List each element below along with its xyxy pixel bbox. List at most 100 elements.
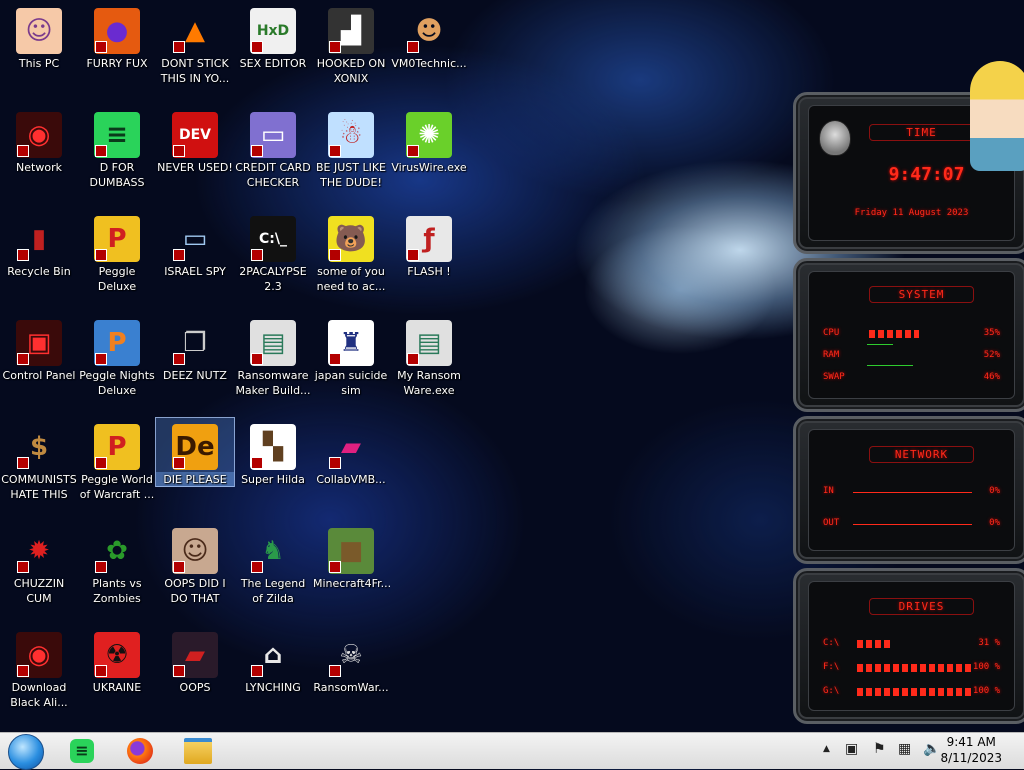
desktop-icon[interactable]: De DIE PLEASE	[155, 417, 235, 487]
desktop-icon[interactable]: ❐ DEEZ NUTZ	[156, 314, 234, 414]
app-icon: ✹	[16, 528, 62, 574]
shortcut-arrow-icon	[329, 665, 341, 677]
desktop-icon[interactable]: ✺ VirusWire.exe	[390, 106, 468, 206]
app-icon: HxD	[250, 8, 296, 54]
net-in-label: IN	[823, 486, 834, 496]
time-date: Friday 11 August 2023	[854, 208, 969, 218]
desktop-icon[interactable]: ☺ OOPS DID I DO THAT	[156, 522, 234, 622]
app-icon: ☺	[172, 528, 218, 574]
shortcut-arrow-icon	[251, 457, 263, 469]
app-icon: ▚	[250, 424, 296, 470]
desktop-icon[interactable]: ▣ Control Panel	[0, 314, 78, 414]
start-button[interactable]	[8, 734, 44, 770]
desktop-icon-label: Plants vs Zombies	[92, 577, 142, 605]
cartoon-girl-icon	[970, 61, 1024, 171]
shortcut-arrow-icon	[173, 457, 185, 469]
desktop-icon[interactable]: ≡ D FOR DUMBASS	[78, 106, 156, 206]
desktop-icon[interactable]: ⌂ LYNCHING	[234, 626, 312, 726]
desktop-icon[interactable]: ♜ japan suicide sim	[312, 314, 390, 414]
desktop-icon[interactable]: ☠ RansomWar...	[312, 626, 390, 726]
taskbar: ≡ ▲ ▣ ⚑ ▦ 🔈 9:41 AM 8/11/2023	[0, 732, 1024, 770]
desktop-icon[interactable]: ▰ CollabVMB...	[312, 418, 390, 518]
desktop-icon-label: This PC	[18, 57, 60, 70]
cpu-label: CPU	[823, 328, 840, 338]
desktop-icon[interactable]: ▲ DONT STICK THIS IN YO...	[156, 2, 234, 102]
desktop-icon[interactable]: ☻ VM0Technic...	[390, 2, 468, 102]
volume-icon[interactable]: 🔈	[923, 741, 940, 757]
desktop-icon[interactable]: ✹ CHUZZIN CUM	[0, 522, 78, 622]
desktop-icon[interactable]: P Peggle World of Warcraft ...	[78, 418, 156, 518]
app-icon: ☺	[16, 8, 62, 54]
shortcut-arrow-icon	[173, 41, 185, 53]
desktop-icon[interactable]: ▤ Ransomware Maker Build...	[234, 314, 312, 414]
shortcut-arrow-icon	[95, 457, 107, 469]
shortcut-arrow-icon	[173, 353, 185, 365]
desktop-icon-label: COMMUNISTS HATE THIS G...	[1, 473, 77, 501]
network-title: NETWORK	[869, 446, 974, 463]
shortcut-arrow-icon	[17, 353, 29, 365]
desktop-icon[interactable]: ☺ This PC	[0, 2, 78, 102]
system-title: SYSTEM	[869, 286, 974, 303]
desktop-icon[interactable]: ◉ Download Black Ali...	[0, 626, 78, 726]
shortcut-arrow-icon	[407, 41, 419, 53]
shortcut-arrow-icon	[17, 457, 29, 469]
shortcut-arrow-icon	[407, 249, 419, 261]
shortcut-arrow-icon	[329, 457, 341, 469]
app-icon: ♜	[328, 320, 374, 366]
shortcut-arrow-icon	[173, 145, 185, 157]
shortcut-arrow-icon	[251, 353, 263, 365]
shortcut-arrow-icon	[17, 665, 29, 677]
app-icon: ⌂	[250, 632, 296, 678]
cpu-value: 35%	[983, 328, 1000, 338]
desktop-icon[interactable]: ☢ UKRAINE	[78, 626, 156, 726]
app-icon: ▟	[328, 8, 374, 54]
desktop-icon-label: ISRAEL SPY	[164, 265, 226, 278]
action-center-flag-icon[interactable]: ⚑	[873, 741, 886, 757]
desktop-icon[interactable]: ▟ HOOKED ON XONIX	[312, 2, 390, 102]
app-icon: ▭	[250, 112, 296, 158]
drive-g-bar	[857, 688, 973, 696]
swap-value: 46%	[983, 372, 1000, 382]
taskbar-clock[interactable]: 9:41 AM 8/11/2023	[940, 734, 1002, 766]
desktop-icon-label: 2PACALYPSE 2.3	[239, 265, 307, 293]
tray-app-icon[interactable]: ▣	[845, 741, 858, 757]
desktop-icon[interactable]: ▤ My Ransom Ware.exe	[390, 314, 468, 414]
desktop-icon[interactable]: ▰ OOPS	[156, 626, 234, 726]
desktop-icon[interactable]: ● FURRY FUX	[78, 2, 156, 102]
desktop-icon-label: DIE PLEASE	[156, 472, 234, 487]
firefox-icon	[127, 738, 153, 764]
network-tray-icon[interactable]: ▦	[898, 741, 911, 757]
desktop-icon[interactable]: $ COMMUNISTS HATE THIS G...	[0, 418, 78, 518]
desktop-icon[interactable]: ■ Minecraft4Fr...	[312, 522, 390, 622]
desktop-icon[interactable]: HxD SEX EDITOR	[234, 2, 312, 102]
taskbar-file-explorer[interactable]	[178, 735, 218, 767]
green-app-icon: ≡	[70, 739, 94, 763]
desktop-icon-label: CREDIT CARD CHECKER	[235, 161, 311, 189]
taskbar-firefox[interactable]	[120, 735, 160, 767]
desktop-icon[interactable]: ▮ Recycle Bin	[0, 210, 78, 310]
desktop-icon[interactable]: ▭ ISRAEL SPY	[156, 210, 234, 310]
desktop-icon[interactable]: ▚ Super Hilda	[234, 418, 312, 518]
app-icon: DEV	[172, 112, 218, 158]
alien-logo-icon	[819, 120, 851, 156]
shortcut-arrow-icon	[95, 249, 107, 261]
desktop-icon[interactable]: P Peggle Deluxe	[78, 210, 156, 310]
desktop-icon[interactable]: ☃ BE JUST LIKE THE DUDE!	[312, 106, 390, 206]
desktop-icon[interactable]: P Peggle Nights Deluxe	[78, 314, 156, 414]
swap-label: SWAP	[823, 372, 845, 382]
desktop-icon[interactable]: ✿ Plants vs Zombies	[78, 522, 156, 622]
desktop-icon[interactable]: C:\_ 2PACALYPSE 2.3	[234, 210, 312, 310]
desktop-icon[interactable]: 🐻 some of you need to ac...	[312, 210, 390, 310]
desktop-icon[interactable]: DEV NEVER USED!	[156, 106, 234, 206]
desktop-icon[interactable]: ▭ CREDIT CARD CHECKER	[234, 106, 312, 206]
desktop-icon[interactable]: ◉ Network	[0, 106, 78, 206]
shortcut-arrow-icon	[251, 249, 263, 261]
tray-expand-icon[interactable]: ▲	[823, 744, 830, 754]
drive-f-bar	[857, 664, 973, 672]
app-icon: ♞	[250, 528, 296, 574]
desktop-icon[interactable]: ♞ The Legend of Zilda	[234, 522, 312, 622]
desktop-icon[interactable]: ƒ FLASH !	[390, 210, 468, 310]
desktop-icon-label: FLASH !	[407, 265, 451, 278]
taskbar-app-green[interactable]: ≡	[62, 735, 102, 767]
shortcut-arrow-icon	[17, 561, 29, 573]
